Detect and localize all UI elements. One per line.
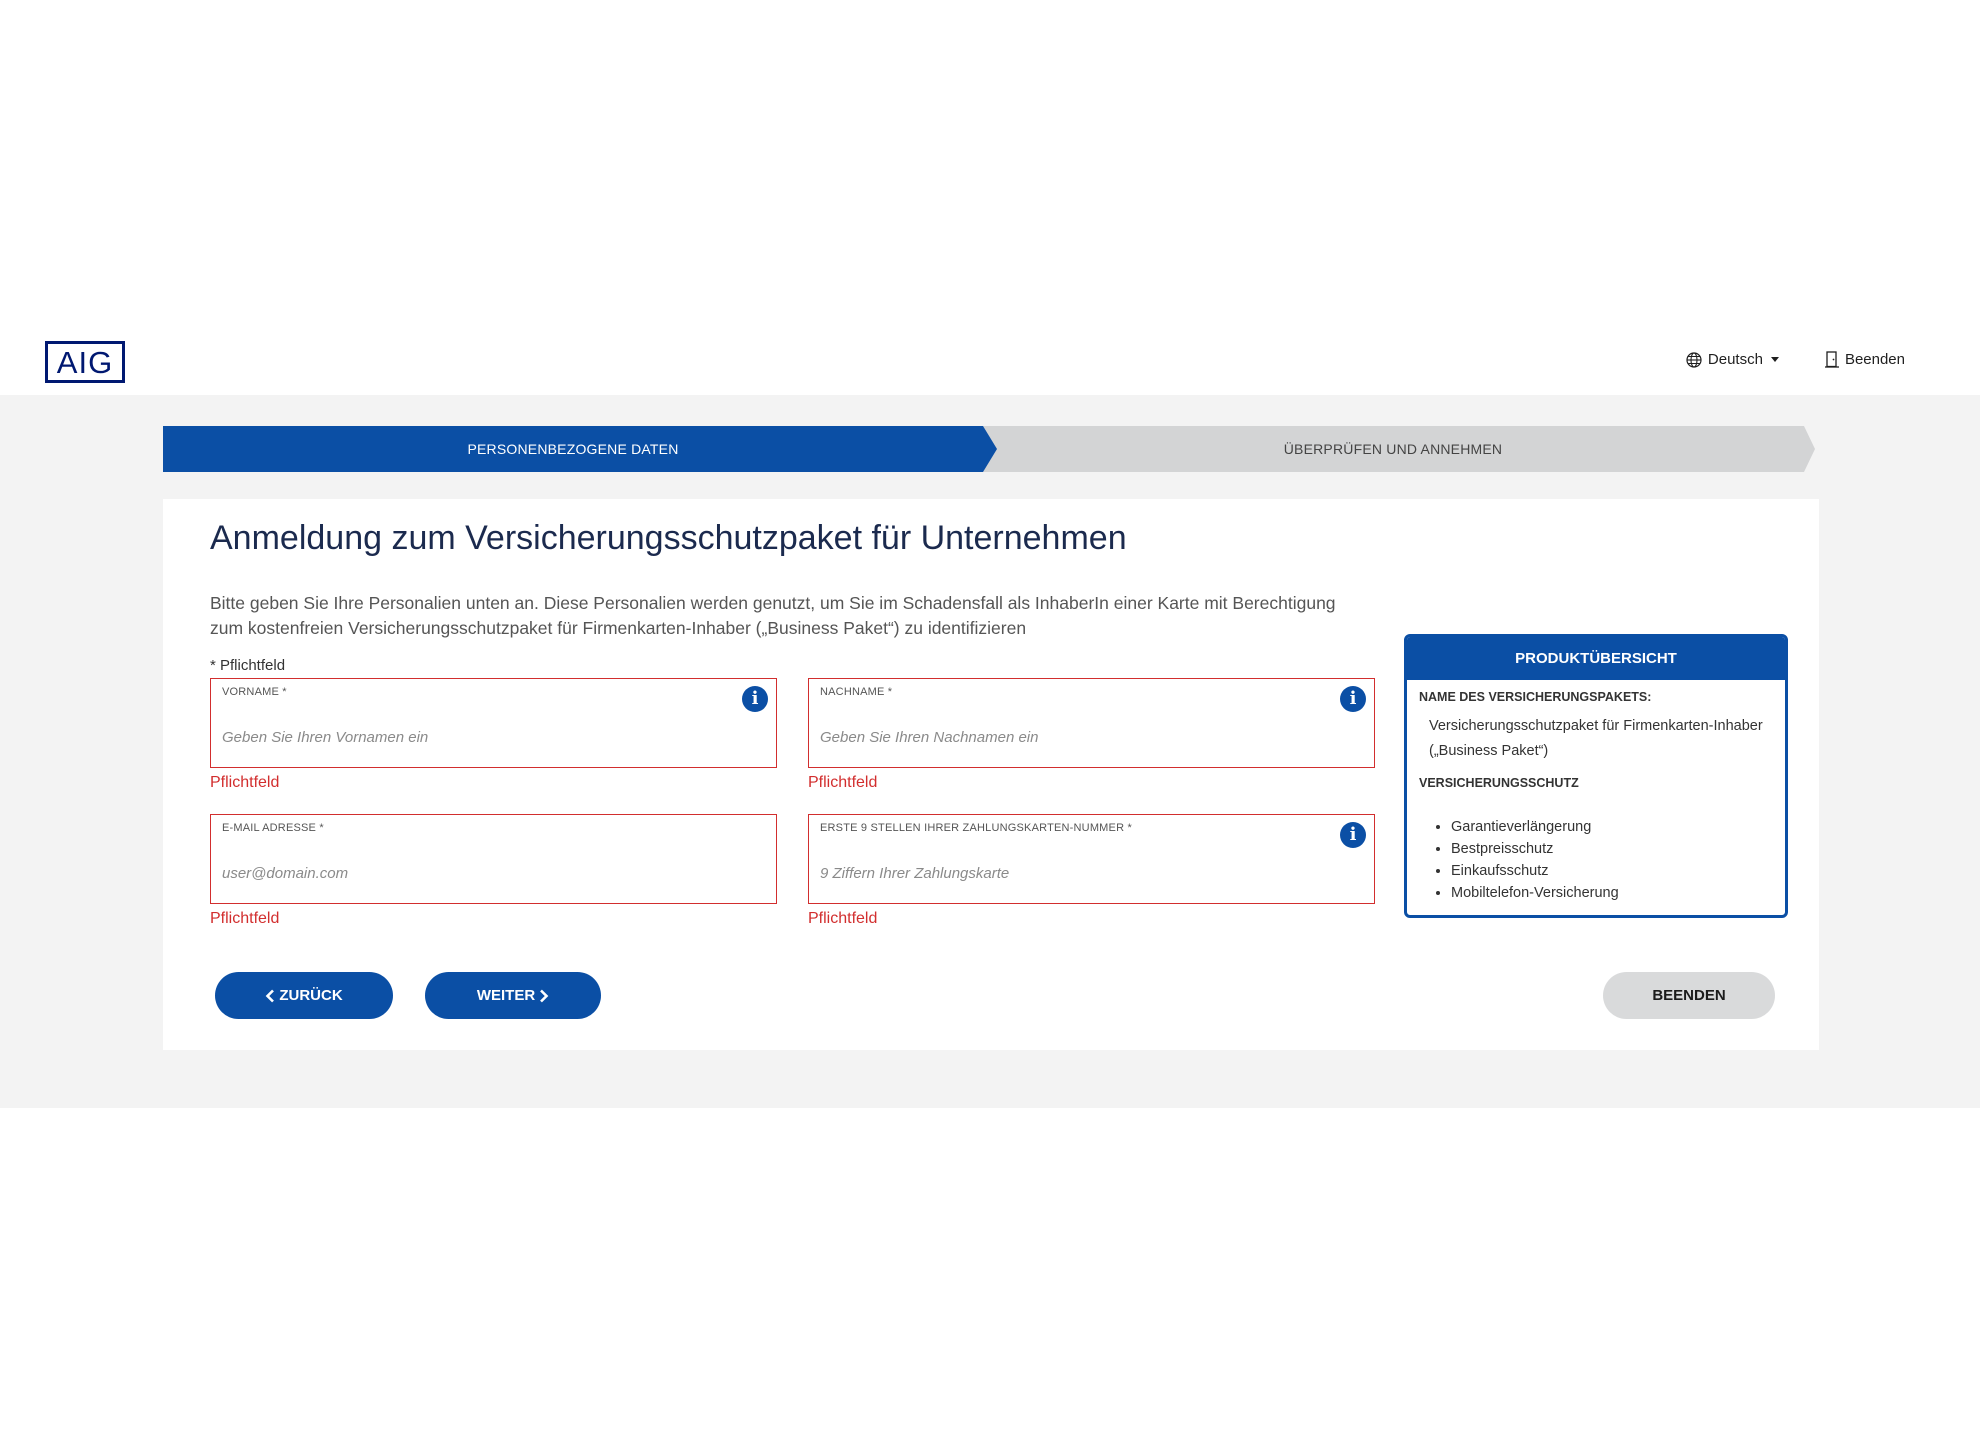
coverage-list: Garantieverlängerung Bestpreisschutz Ein… (1451, 816, 1773, 904)
product-overview-panel: PRODUKTÜBERSICHT NAME DES VERSICHERUNGSP… (1404, 634, 1788, 918)
required-field-note: * Pflichtfeld (210, 657, 286, 674)
list-item: Bestpreisschutz (1451, 838, 1773, 860)
info-icon[interactable]: i (1340, 686, 1366, 712)
card-number-field[interactable]: ERSTE 9 STELLEN IHRER ZAHLUNGSKARTEN-NUM… (808, 814, 1375, 904)
info-icon[interactable]: i (742, 686, 768, 712)
product-overview-heading: PRODUKTÜBERSICHT (1407, 637, 1785, 680)
step-review-accept: ÜBERPRÜFEN UND ANNEHMEN (1283, 441, 1503, 457)
door-exit-icon (1824, 351, 1839, 368)
back-button[interactable]: ZURÜCK (215, 972, 393, 1019)
email-error: Pflichtfeld (210, 910, 280, 927)
page-title: Anmeldung zum Versicherungsschutzpaket f… (210, 519, 1127, 557)
chevron-right-icon (540, 989, 549, 1002)
back-button-label: ZURÜCK (279, 987, 343, 1004)
lastname-field[interactable]: NACHNAME * i (808, 678, 1375, 768)
coverage-label: VERSICHERUNGSSCHUTZ (1419, 776, 1579, 790)
globe-icon (1686, 351, 1702, 368)
intro-text: Bitte geben Sie Ihre Personalien unten a… (210, 593, 1336, 638)
logo-text: AIG (56, 344, 114, 380)
exit-label: Beenden (1844, 351, 1905, 368)
chevron-left-icon (265, 989, 275, 1002)
firstname-input[interactable] (222, 726, 702, 748)
card-number-input[interactable] (820, 862, 1300, 884)
header-actions: Deutsch Beenden (1686, 351, 1905, 368)
firstname-label: VORNAME * (222, 686, 287, 698)
language-label: Deutsch (1707, 351, 1763, 368)
finish-button[interactable]: BEENDEN (1603, 972, 1775, 1019)
list-item: Mobiltelefon-Versicherung (1451, 882, 1773, 904)
language-selector[interactable]: Deutsch (1686, 351, 1779, 368)
progress-stepper: PERSONENBEZOGENE DATEN ÜBERPRÜFEN UND AN… (163, 426, 1815, 472)
chevron-down-icon (1770, 357, 1779, 362)
lastname-error: Pflichtfeld (808, 774, 878, 791)
list-item: Einkaufsschutz (1451, 860, 1773, 882)
firstname-field[interactable]: VORNAME * i (210, 678, 777, 768)
lastname-label: NACHNAME * (820, 686, 893, 698)
email-label: E-MAIL ADRESSE * (222, 822, 324, 834)
list-item: Garantieverlängerung (1451, 816, 1773, 838)
step-personal-data: PERSONENBEZOGENE DATEN (467, 441, 679, 457)
card-number-error: Pflichtfeld (808, 910, 878, 927)
finish-button-label: BEENDEN (1652, 987, 1726, 1004)
package-name-label: NAME DES VERSICHERUNGSPAKETS: (1419, 690, 1652, 704)
aig-logo[interactable]: AIG (45, 341, 125, 383)
next-button-label: WEITER (476, 987, 536, 1004)
lastname-input[interactable] (820, 726, 1300, 748)
card-number-label: ERSTE 9 STELLEN IHRER ZAHLUNGSKARTEN-NUM… (820, 822, 1132, 834)
package-name: Versicherungsschutzpaket für Firmenkarte… (1429, 718, 1763, 759)
email-field[interactable]: E-MAIL ADRESSE * (210, 814, 777, 904)
firstname-error: Pflichtfeld (210, 774, 280, 791)
email-input[interactable] (222, 862, 702, 884)
top-header: AIG Deutsch Beenden (0, 323, 1980, 395)
product-overview-body: NAME DES VERSICHERUNGSPAKETS: Versicheru… (1407, 680, 1785, 914)
info-icon[interactable]: i (1340, 822, 1366, 848)
exit-link[interactable]: Beenden (1824, 351, 1905, 368)
next-button[interactable]: WEITER (425, 972, 601, 1019)
